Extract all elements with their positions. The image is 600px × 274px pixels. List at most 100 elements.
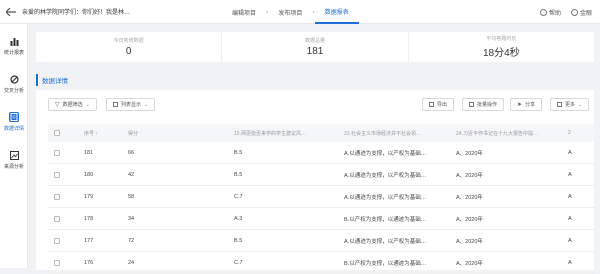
cell-q15: B.5: [234, 171, 243, 178]
checkbox[interactable]: [54, 193, 60, 200]
column-header-q23[interactable]: 23.社会主义市场经济并不社会领…: [344, 130, 456, 137]
cell-q24: A、2020年: [456, 216, 483, 223]
more-button[interactable]: 更多 ⌄: [550, 98, 590, 111]
cell-q23: A.以通迹为支撑，以产权为基础…: [344, 150, 427, 157]
data-toolbar: ▽ 数据筛选 ⌄ 列表显示 ⌄ 导出 批量操作 ➤ 分享 更多 ⌄: [48, 98, 590, 112]
share-label: 分享: [525, 102, 536, 108]
stat-avg-time: 平均答题时长 18分4秒: [409, 32, 594, 62]
export-button[interactable]: 导出: [422, 98, 455, 111]
help-icon: [539, 8, 547, 16]
chevron-down-icon: ⌄: [144, 101, 149, 108]
image-chart-icon: [9, 150, 19, 160]
row-checkbox[interactable]: [48, 259, 70, 266]
cell-index: 178: [84, 215, 94, 222]
cell-next: A: [568, 215, 572, 222]
help-button[interactable]: 帮助: [539, 8, 561, 17]
sort-up-icon[interactable]: ↑: [95, 131, 98, 137]
user-name: 金眼: [579, 10, 592, 17]
column-header-q15[interactable]: 15.网更能否来学的学生建议风…: [234, 130, 344, 137]
user-menu[interactable]: 金眼: [570, 8, 592, 17]
share-icon: ➤: [517, 102, 523, 108]
row-checkbox[interactable]: [48, 149, 70, 156]
column-header-q24[interactable]: 24.习近平作书记在十九大报告中提…: [456, 130, 568, 137]
filter-icon: ▽: [55, 102, 60, 108]
step-nav: 编辑项目 › 发布项目 › 数据报表: [222, 0, 359, 24]
cell-index: 177: [84, 237, 94, 244]
row-checkbox[interactable]: [48, 171, 70, 178]
checkbox[interactable]: [54, 149, 60, 156]
step-edit-project[interactable]: 编辑项目: [222, 0, 266, 24]
sidebar-item-cross-analysis[interactable]: 交叉分析: [0, 68, 28, 100]
data-panel: ▽ 数据筛选 ⌄ 列表显示 ⌄ 导出 批量操作 ➤ 分享 更多 ⌄ 序号 ↑ 得…: [36, 90, 594, 274]
table-row[interactable]: 181 66 B.5 A.以通迹为支撑，以产权为基础… A、2020年 A: [48, 142, 594, 164]
cell-q24: A、2020年: [456, 238, 483, 245]
cell-q24: A、2020年: [456, 260, 483, 267]
cell-q15: B.5: [234, 237, 243, 244]
data-table: 序号 ↑ 得分 15.网更能否来学的学生建议风… 23.社会主义市场经济并不社会…: [48, 124, 594, 274]
share-button[interactable]: ➤ 分享: [510, 98, 543, 111]
cell-index: 181: [84, 149, 94, 156]
cell-q23: B.以产权为支撑，以通迹为基础…: [344, 216, 427, 223]
column-display-button[interactable]: 列表显示 ⌄: [106, 98, 156, 111]
cell-q24: A、2020年: [456, 150, 483, 157]
sidebar-item-label: 统计报表: [3, 50, 24, 56]
column-header-next[interactable]: 2: [568, 130, 594, 136]
cell-next: A: [568, 171, 572, 178]
table-body: 181 66 B.5 A.以通迹为支撑，以产权为基础… A、2020年 A 180 42 B.5…: [48, 142, 594, 274]
batch-operation-button[interactable]: 批量操作: [462, 98, 505, 111]
stat-label: 今日新增数据: [113, 38, 144, 44]
batch-label: 批量操作: [477, 102, 498, 108]
step-publish-project[interactable]: 发布项目: [268, 0, 312, 24]
table-row[interactable]: 178 34 A.3 B.以产权为支撑，以通迹为基础… A、2020年 A: [48, 208, 594, 230]
sidebar-item-source-analysis[interactable]: 来源分析: [0, 144, 28, 176]
column-header-score[interactable]: 得分: [124, 130, 234, 137]
step-data-report[interactable]: 数据报表: [314, 0, 359, 24]
cell-index: 180: [84, 171, 94, 178]
checkbox[interactable]: [54, 130, 60, 136]
stat-total: 数据总量 181: [222, 32, 409, 62]
stat-label: 数据总量: [304, 38, 325, 44]
cell-score: 24: [128, 259, 135, 266]
cell-q15: A.3: [234, 215, 243, 222]
column-header-index[interactable]: 序号 ↑: [70, 130, 124, 137]
table-row[interactable]: 180 42 B.5 A.以通迹为支撑，以产权为基础… A、2020年 A: [48, 164, 594, 186]
stat-today-new: 今日新增数据 0: [36, 32, 223, 62]
cell-q24: A、2020年: [456, 172, 483, 179]
sidebar: 统计报表 交叉分析 数据详情 来源分析: [0, 24, 28, 268]
checkbox[interactable]: [54, 259, 60, 266]
checkbox[interactable]: [54, 215, 60, 222]
row-checkbox[interactable]: [48, 237, 70, 244]
checkbox[interactable]: [54, 237, 60, 244]
stat-value: 181: [306, 46, 324, 57]
stats-summary: 今日新增数据 0 数据总量 181 平均答题时长 18分4秒: [36, 32, 594, 62]
cell-score: 58: [128, 193, 135, 200]
row-checkbox[interactable]: [48, 193, 70, 200]
batch-icon: [469, 102, 474, 107]
table-row[interactable]: 179 58 C.7 A.以通迹为支撑，以产权为基础… A、2020年 A: [48, 186, 594, 208]
bar-chart-icon: [9, 36, 19, 46]
table-row[interactable]: 176 24 C.7 B.以产权为支撑，以通迹为基础… A、2020年 A: [48, 252, 594, 274]
select-all-checkbox[interactable]: [48, 130, 70, 136]
cell-score: 34: [128, 215, 135, 222]
checkbox[interactable]: [54, 171, 60, 178]
cell-q23: B.以产权为支撑，以通迹为基础…: [344, 260, 427, 267]
sidebar-item-label: 数据详情: [3, 126, 24, 132]
top-right-actions: 帮助 金眼: [539, 0, 592, 24]
cell-q23: A.以通迹为支撑，以产权为基础…: [344, 194, 427, 201]
cell-q24: A、2020年: [456, 194, 483, 201]
stat-value: 0: [125, 46, 132, 57]
table-row[interactable]: 177 72 B.5 A.以通迹为支撑，以产权为基础… A、2020年 A: [48, 230, 594, 252]
cell-next: A: [568, 237, 572, 244]
cell-index: 176: [84, 259, 94, 266]
document-icon: [9, 112, 19, 122]
back-arrow-icon[interactable]: [0, 0, 22, 24]
cell-q15: C.7: [234, 259, 243, 266]
filter-button[interactable]: ▽ 数据筛选 ⌄: [48, 98, 97, 111]
cell-score: 72: [128, 237, 135, 244]
sidebar-item-stats-report[interactable]: 统计报表: [0, 30, 28, 62]
cell-score: 42: [128, 171, 135, 178]
row-checkbox[interactable]: [48, 215, 70, 222]
sidebar-item-data-detail[interactable]: 数据详情: [0, 106, 28, 138]
grid-icon: [557, 102, 562, 107]
survey-title: 亲爱的林学院同学们：你们好！我是林…: [22, 10, 131, 16]
